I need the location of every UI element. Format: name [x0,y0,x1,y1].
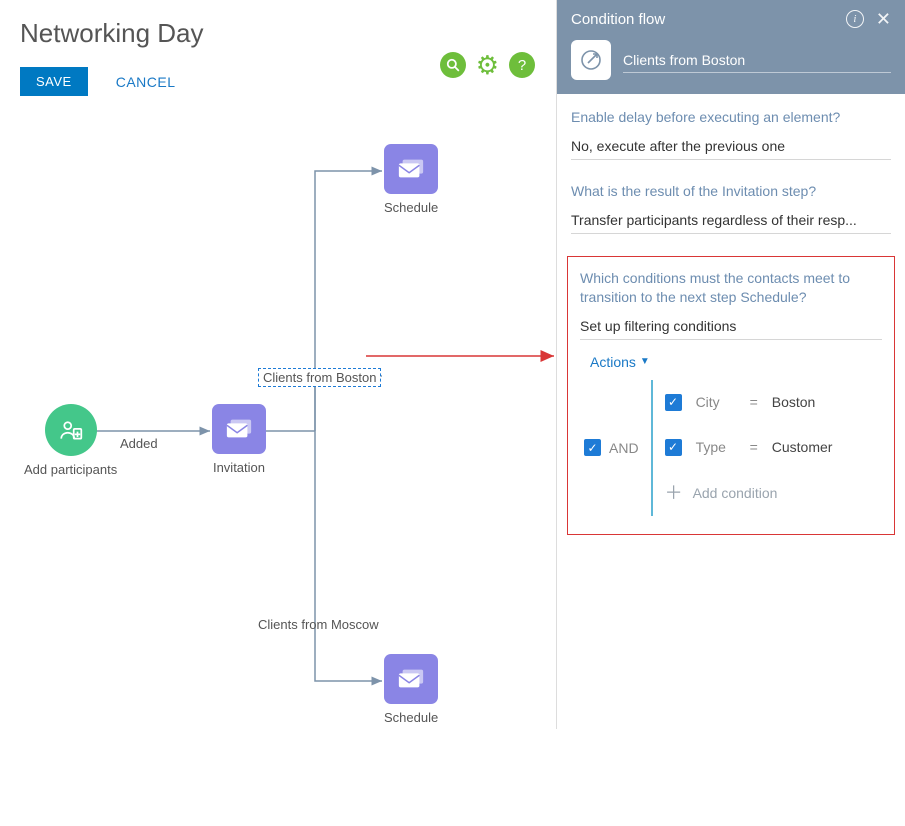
actions-dropdown[interactable]: Actions ▼ [590,354,650,370]
panel-title: Condition flow [571,11,665,28]
condition-row[interactable]: ✓ City = Boston [665,380,882,425]
condition-row[interactable]: ✓ Type = Customer [665,425,882,470]
result-label: What is the result of the Invitation ste… [571,182,891,201]
node-add-participants[interactable]: Add participants [24,404,117,477]
close-icon[interactable]: ✕ [876,10,891,28]
chevron-down-icon: ▼ [640,356,650,367]
logic-checkbox[interactable]: ✓ [584,439,601,456]
node-schedule-top[interactable]: Schedule [384,144,438,215]
actions-label: Actions [590,354,636,370]
logic-operator[interactable]: AND [609,440,639,456]
node-label: Add participants [24,462,117,477]
gear-icon[interactable]: ⚙ [476,52,499,78]
condition-operator[interactable]: = [750,394,758,410]
condition-checkbox[interactable]: ✓ [665,394,682,411]
delay-value[interactable]: No, execute after the previous one [571,135,891,160]
side-panel: Condition flow i ✕ Clients from Boston E… [556,0,905,729]
conditions-section: Which conditions must the contacts meet … [567,256,895,535]
save-button[interactable]: SAVE [20,67,88,96]
edge-label-moscow[interactable]: Clients from Moscow [258,617,379,632]
group-divider [651,380,653,516]
conditions-label: Which conditions must the contacts meet … [580,269,882,307]
help-icon[interactable]: ? [509,52,535,78]
add-condition-label: Add condition [693,485,778,501]
condition-field[interactable]: City [696,394,736,410]
search-icon[interactable] [440,52,466,78]
delay-label: Enable delay before executing an element… [571,108,891,127]
info-icon[interactable]: i [846,10,864,28]
conditions-value[interactable]: Set up filtering conditions [580,315,882,340]
condition-checkbox[interactable]: ✓ [665,439,682,456]
cancel-button[interactable]: CANCEL [110,73,182,91]
node-label: Schedule [384,710,438,725]
condition-operator[interactable]: = [750,439,758,455]
node-label: Invitation [212,460,266,475]
edge-label-boston[interactable]: Clients from Boston [258,368,381,387]
condition-field[interactable]: Type [696,439,736,455]
condition-flow-icon [571,40,611,80]
flow-name-input[interactable]: Clients from Boston [623,48,891,73]
condition-value[interactable]: Customer [772,439,833,455]
condition-value[interactable]: Boston [772,394,816,410]
node-schedule-bottom[interactable]: Schedule [384,654,438,725]
result-value[interactable]: Transfer participants regardless of thei… [571,209,891,234]
node-label: Schedule [384,200,438,215]
page-title: Networking Day [20,18,535,49]
node-invitation[interactable]: Invitation [212,404,266,475]
flow-canvas[interactable]: Add participants Invitation Schedule [20,96,575,736]
edge-label-added[interactable]: Added [120,436,158,451]
add-condition-button[interactable]: ＋ Add condition [665,470,882,516]
plus-icon: ＋ [665,484,683,502]
